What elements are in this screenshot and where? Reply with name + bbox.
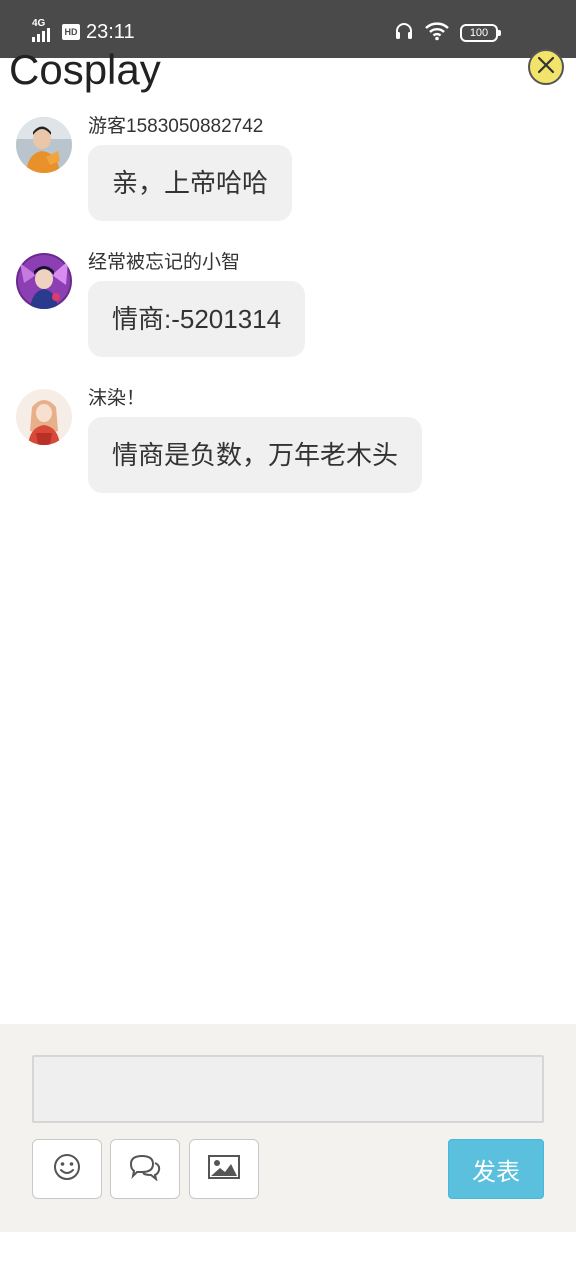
hd-icon: HD bbox=[62, 24, 80, 40]
avatar[interactable] bbox=[16, 389, 72, 445]
image-icon bbox=[207, 1153, 241, 1186]
signal-bars bbox=[32, 28, 50, 42]
message-username: 沫染！ bbox=[88, 388, 146, 409]
emoji-icon bbox=[52, 1152, 82, 1187]
message-bubble: 情商:-5201314 bbox=[88, 281, 306, 357]
comment-icon bbox=[128, 1153, 162, 1186]
comment-input[interactable] bbox=[32, 1055, 544, 1123]
status-left: 4G HD 23:11 bbox=[30, 18, 135, 46]
close-button[interactable] bbox=[528, 49, 564, 85]
status-right: 100 bbox=[394, 20, 501, 46]
message-username: 游客1583050882742 bbox=[88, 116, 264, 137]
wifi-icon bbox=[424, 21, 450, 46]
avatar[interactable] bbox=[16, 117, 72, 173]
image-button[interactable] bbox=[189, 1139, 259, 1199]
message-username: 经常被忘记的小智 bbox=[88, 252, 241, 273]
comment-button[interactable] bbox=[110, 1139, 180, 1199]
send-button[interactable]: 发表 bbox=[448, 1139, 544, 1199]
battery-indicator: 100 bbox=[460, 24, 501, 42]
message-bubble: 情商是负数，万年老木头 bbox=[88, 417, 423, 493]
emoji-button[interactable] bbox=[32, 1139, 102, 1199]
close-icon bbox=[536, 55, 556, 80]
message-bubble: 亲，上帝哈哈 bbox=[88, 145, 293, 221]
headphones-icon bbox=[394, 21, 414, 46]
avatar[interactable] bbox=[16, 253, 72, 309]
page-title: Cosplay bbox=[9, 46, 161, 93]
status-time: 23:11 bbox=[86, 20, 135, 43]
composer: 发表 bbox=[0, 1024, 576, 1232]
signal-icon: 4G bbox=[30, 18, 58, 44]
